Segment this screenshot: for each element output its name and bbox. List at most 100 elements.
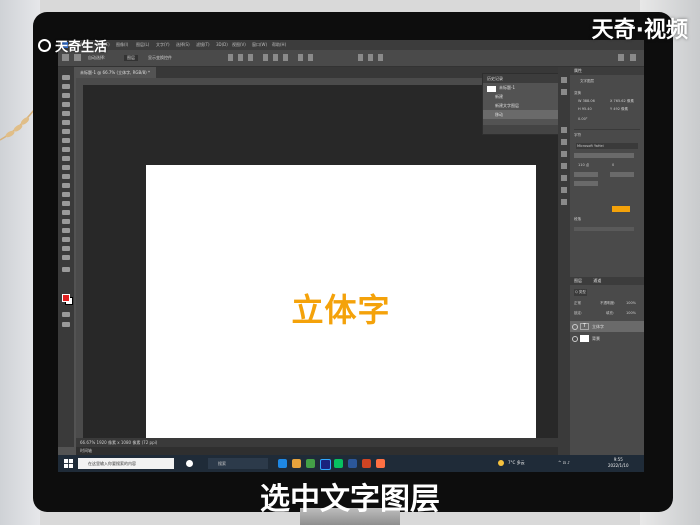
font-family-dropdown[interactable]: Microsoft YaHei (576, 143, 638, 149)
history-panel-icon[interactable] (561, 77, 567, 83)
tab-layers[interactable]: 图层 (574, 278, 582, 283)
clone-stamp-tool-icon[interactable] (62, 156, 70, 161)
home-icon[interactable] (62, 54, 69, 61)
crop-tool-icon[interactable] (62, 111, 70, 116)
history-item-move[interactable]: 移动 (483, 110, 559, 119)
chrome-icon[interactable] (306, 459, 315, 468)
gradient-tool-icon[interactable] (62, 183, 70, 188)
hand-tool-icon[interactable] (62, 246, 70, 251)
eraser-tool-icon[interactable] (62, 174, 70, 179)
distribute-icon[interactable] (298, 54, 303, 61)
marquee-tool-icon[interactable] (62, 84, 70, 89)
pen-tool-icon[interactable] (62, 210, 70, 215)
align-middle-icon[interactable] (273, 54, 278, 61)
text-color-swatch[interactable] (612, 206, 630, 212)
libraries-panel-icon[interactable] (561, 199, 567, 205)
timeline-panel[interactable]: 时间轴 (76, 447, 566, 455)
menu-window[interactable]: 窗口(W) (252, 42, 267, 48)
type-tool-icon[interactable] (62, 219, 70, 224)
width-field[interactable]: W 388.06 (578, 99, 595, 103)
y-field[interactable]: Y 492 像素 (610, 107, 628, 112)
align-center-icon[interactable] (238, 54, 243, 61)
fill-field[interactable]: 100% (626, 311, 636, 315)
move-tool-icon[interactable] (62, 75, 70, 80)
leading-field[interactable] (610, 172, 634, 177)
taskbar-search-box[interactable]: 在这里输入你要搜索的内容 (78, 458, 174, 469)
system-tray-icons[interactable]: ^ ⊡ ♪ (558, 460, 570, 465)
character-panel-icon[interactable] (561, 163, 567, 169)
more-tools-icon[interactable] (62, 267, 70, 272)
blur-tool-icon[interactable] (62, 192, 70, 197)
eye-icon[interactable] (572, 336, 578, 342)
quick-mask-icon[interactable] (62, 312, 70, 317)
history-item-new[interactable]: 新建 (483, 92, 559, 101)
photoshop-taskbar-icon[interactable] (320, 459, 331, 470)
move-tool-icon[interactable] (74, 54, 81, 61)
color-panel-icon[interactable] (561, 139, 567, 145)
layer-row-background[interactable]: 背景 (570, 333, 644, 344)
layer-name[interactable]: 背景 (592, 333, 600, 344)
menu-type[interactable]: 文字(Y) (156, 42, 170, 48)
search-icon[interactable] (618, 54, 624, 61)
lasso-tool-icon[interactable] (62, 93, 70, 98)
powerpoint-icon[interactable] (362, 459, 371, 468)
dodge-tool-icon[interactable] (62, 201, 70, 206)
canvas-text-layer[interactable]: 立体字 (146, 165, 536, 451)
word-icon[interactable] (348, 459, 357, 468)
taskbar-mid-search[interactable]: 搜索 (208, 458, 268, 469)
wechat-icon[interactable] (334, 459, 343, 468)
adjustments-panel-icon[interactable] (561, 127, 567, 133)
menu-3d[interactable]: 3D(D) (216, 42, 228, 47)
menu-image[interactable]: 图像(I) (116, 42, 128, 48)
distribute-icon[interactable] (308, 54, 313, 61)
foreground-color-swatch[interactable] (62, 294, 70, 302)
align-bottom-icon[interactable] (283, 54, 288, 61)
healing-brush-tool-icon[interactable] (62, 138, 70, 143)
eyedropper-tool-icon[interactable] (62, 129, 70, 134)
3d-mode-icon[interactable] (378, 54, 383, 61)
edge-icon[interactable] (278, 459, 287, 468)
document-canvas[interactable]: 立体字 (146, 165, 536, 451)
history-panel-title[interactable]: 历史记录 (483, 74, 559, 83)
tracking-field[interactable]: 0 (612, 163, 614, 167)
weather-text[interactable]: 7°C 多云 (508, 460, 525, 466)
opacity-field[interactable]: 100% (626, 301, 636, 305)
properties-panel-title[interactable]: 属性 (570, 67, 644, 75)
swatches-panel-icon[interactable] (561, 151, 567, 157)
zoom-tool-icon[interactable] (62, 255, 70, 260)
windows-start-icon[interactable] (64, 459, 73, 468)
taskbar-clock[interactable]: 9:55 2022/1/10 (608, 457, 629, 469)
font-style-dropdown[interactable] (574, 153, 634, 158)
height-field[interactable]: H 95.40 (578, 107, 592, 111)
frame-tool-icon[interactable] (62, 120, 70, 125)
vertical-scale-field[interactable] (574, 181, 598, 186)
properties-panel-icon[interactable] (561, 89, 567, 95)
workspace-icon[interactable] (630, 54, 636, 61)
layer-row-text[interactable]: T 立体字 (570, 321, 644, 332)
blend-mode-dropdown[interactable]: 正常 (574, 301, 581, 306)
align-right-icon[interactable] (248, 54, 253, 61)
font-size-field[interactable]: 110 点 (578, 163, 589, 168)
menu-select[interactable]: 选择(S) (176, 42, 190, 48)
paragraph-align-buttons[interactable] (574, 227, 634, 231)
path-selection-tool-icon[interactable] (62, 228, 70, 233)
menu-help[interactable]: 帮助(H) (272, 42, 286, 48)
menu-layer[interactable]: 图层(L) (136, 42, 149, 48)
cortana-icon[interactable] (186, 460, 193, 467)
angle-field[interactable]: 0.00° (578, 117, 588, 121)
align-top-icon[interactable] (263, 54, 268, 61)
auto-select-checkbox[interactable]: 自动选择: (88, 55, 105, 61)
align-left-icon[interactable] (228, 54, 233, 61)
paragraph-panel-icon[interactable] (561, 175, 567, 181)
tab-channels[interactable]: 通道 (593, 278, 601, 283)
screen-mode-icon[interactable] (62, 322, 70, 327)
file-explorer-icon[interactable] (292, 459, 301, 468)
rectangle-tool-icon[interactable] (62, 237, 70, 242)
show-transform-checkbox[interactable]: 显示变换控件 (148, 55, 172, 61)
kerning-field[interactable] (574, 172, 598, 177)
document-tab[interactable]: 未标题-1 @ 66.7% (立体字, RGB/8) * (76, 67, 156, 78)
layer-filter-kind[interactable]: Q 类型 (574, 289, 587, 296)
3d-mode-icon[interactable] (358, 54, 363, 61)
menu-view[interactable]: 视图(V) (232, 42, 246, 48)
menu-filter[interactable]: 滤镜(T) (196, 42, 210, 48)
